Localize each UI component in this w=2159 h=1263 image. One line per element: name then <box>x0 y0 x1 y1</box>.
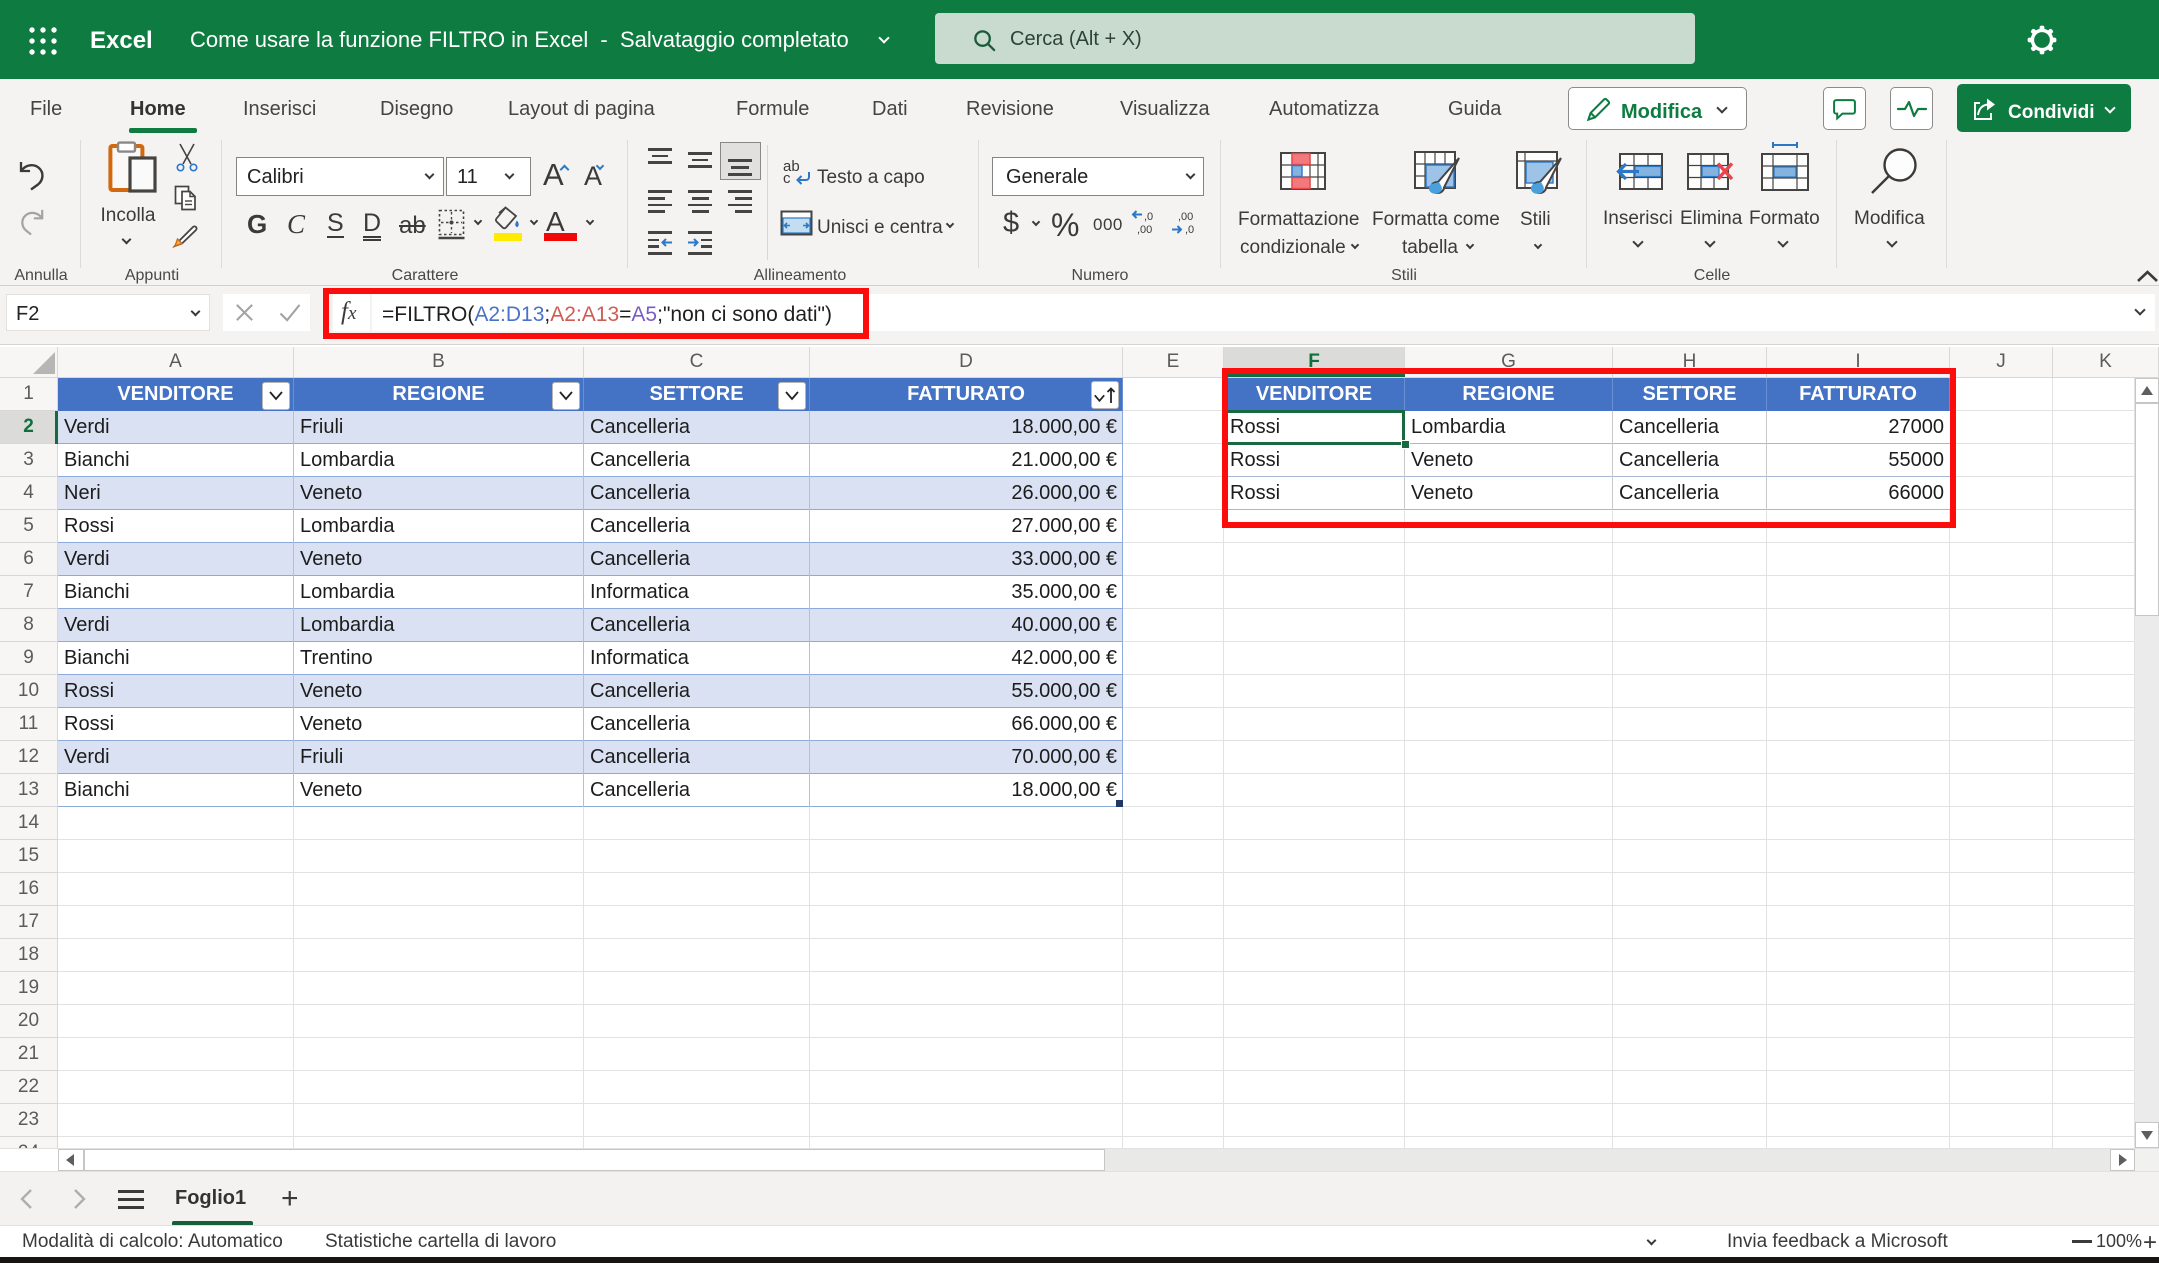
svg-text:,0: ,0 <box>1144 211 1153 223</box>
svg-text:,00: ,00 <box>1178 211 1193 223</box>
svg-text:,0: ,0 <box>1185 224 1194 235</box>
svg-text:,00: ,00 <box>1137 224 1152 235</box>
